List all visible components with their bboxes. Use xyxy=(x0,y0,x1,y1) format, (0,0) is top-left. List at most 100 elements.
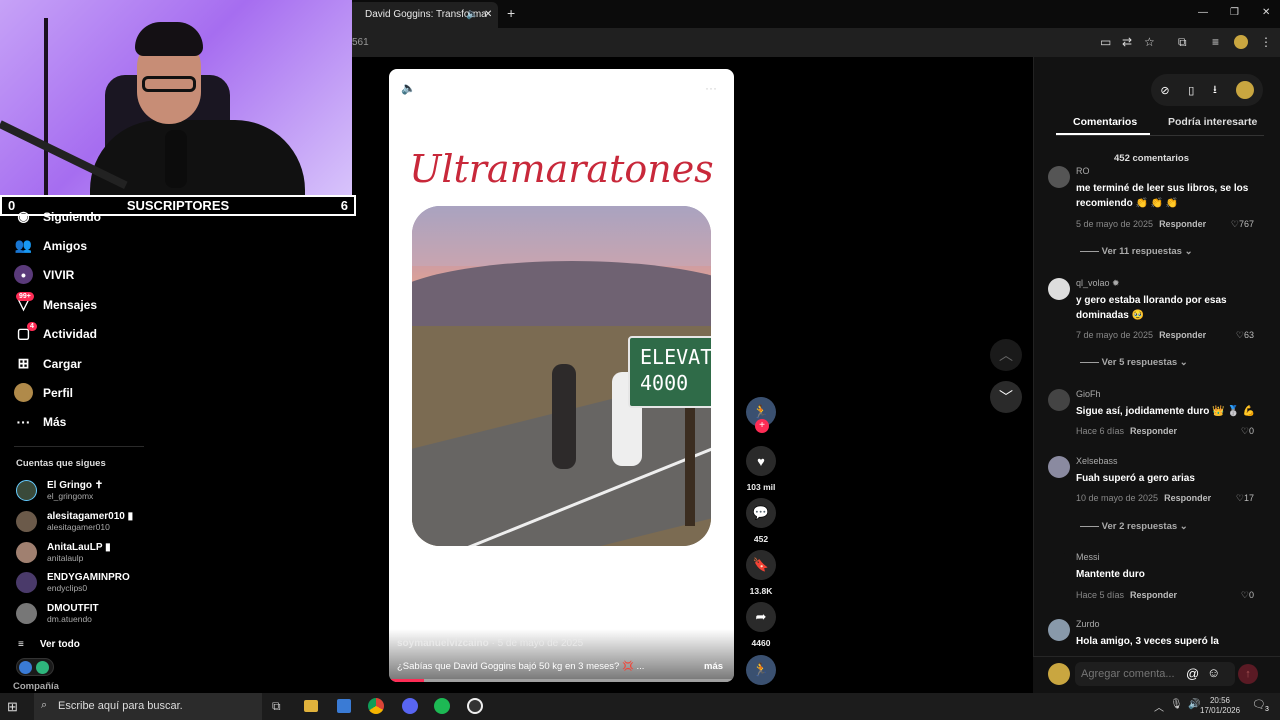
file-explorer-icon[interactable] xyxy=(304,700,318,712)
reading-list-icon[interactable]: ≡ xyxy=(1212,36,1219,48)
previous-video-button[interactable]: ︿ xyxy=(990,339,1022,371)
avatar[interactable] xyxy=(1048,619,1070,641)
comment-like[interactable]: ♡17 xyxy=(1236,493,1254,504)
comment-text: Sigue así, jodidamente duro 👑 🥈 💪 xyxy=(1076,406,1256,417)
new-tab-button[interactable]: + xyxy=(507,5,515,21)
volume-icon[interactable]: 🔈 xyxy=(401,81,416,95)
progress-track[interactable] xyxy=(389,679,734,682)
discord-icon[interactable] xyxy=(402,698,418,714)
close-window-button[interactable]: ✕ xyxy=(1262,8,1270,18)
store-icon[interactable] xyxy=(337,699,351,713)
comment-username[interactable]: GioFh xyxy=(1076,389,1101,399)
sidebar-item-more[interactable]: ··· Más xyxy=(14,412,67,431)
my-avatar xyxy=(1048,663,1070,685)
sidebar-item-activity[interactable]: ▢ Actividad 4 xyxy=(14,322,97,343)
comment-username[interactable]: ql_volao ✹ xyxy=(1076,278,1120,289)
share-button[interactable]: ➦ 4460 xyxy=(746,602,776,648)
video-author-line[interactable]: soymanuelvizcaino · 5 de mayo de 2025 xyxy=(397,638,583,649)
music-disc[interactable]: 🏃 xyxy=(746,655,776,685)
following-account[interactable]: alesitagamer010 ▮ alesitagamer010 xyxy=(16,511,133,532)
person-hair xyxy=(135,22,203,56)
comment-button[interactable]: 💬 452 xyxy=(746,498,776,544)
minimize-button[interactable]: — xyxy=(1198,8,1208,18)
like-button[interactable]: ♥ 103 mil xyxy=(746,446,776,492)
bookmark-star-icon[interactable]: ☆ xyxy=(1144,36,1155,48)
emoji-icon[interactable]: ☺ xyxy=(1207,665,1220,680)
tray-chevron-icon[interactable]: ︿ xyxy=(1154,699,1164,714)
task-view-icon[interactable]: ⧉ xyxy=(272,699,281,714)
runner-one xyxy=(552,364,576,469)
address-bar[interactable]: 561 ▭ ⇄ ☆ ⧉ ≡ ⋮ xyxy=(352,28,1280,57)
clock[interactable]: 20:56 17/01/2026 xyxy=(1200,696,1240,716)
author-avatar-action[interactable]: 🏃 + xyxy=(746,397,776,433)
mic-tray-icon[interactable]: 🎙 xyxy=(1170,699,1183,710)
reply-button[interactable]: Responder xyxy=(1159,219,1206,229)
view-replies-button[interactable]: —— Ver 11 respuestas ⌄ xyxy=(1080,246,1193,257)
following-account[interactable]: DMOUTFIT dm.atuendo xyxy=(16,603,99,624)
browser-tab[interactable]: David Goggins: Transforma 🔈 ✕ xyxy=(348,2,498,28)
speaker-icon[interactable]: 🔈 xyxy=(466,9,478,20)
sidebar-item-profile[interactable]: Perfil xyxy=(14,383,73,402)
view-replies-button[interactable]: —— Ver 5 respuestas ⌄ xyxy=(1080,357,1188,368)
close-tab-icon[interactable]: ✕ xyxy=(484,9,492,20)
comment-username[interactable]: Zurdo xyxy=(1076,619,1100,629)
comment-like[interactable]: ♡0 xyxy=(1241,426,1254,437)
video-author[interactable]: soymanuelvizcaino xyxy=(397,638,489,649)
reply-button[interactable]: Responder xyxy=(1130,590,1177,600)
chrome-icon[interactable] xyxy=(368,698,384,714)
sidebar-item-friends[interactable]: 👥 Amigos xyxy=(14,236,87,255)
avatar[interactable] xyxy=(1048,389,1070,411)
mention-icon[interactable]: @ xyxy=(1186,666,1199,681)
following-account[interactable]: AnitaLauLP ▮ anitalaulp xyxy=(16,542,111,563)
translate-icon[interactable]: ⇄ xyxy=(1122,36,1132,48)
app-toggle[interactable] xyxy=(16,658,54,676)
sidebar-item-upload[interactable]: ⊞ Cargar xyxy=(14,354,82,373)
start-icon[interactable]: ⊞ xyxy=(7,699,18,715)
phone-icon[interactable]: ▯ xyxy=(1188,84,1194,97)
volume-tray-icon[interactable]: 🔊 xyxy=(1188,699,1200,710)
profile-avatar-icon[interactable] xyxy=(1234,35,1248,49)
comment-username[interactable]: RO xyxy=(1076,166,1090,176)
following-account[interactable]: El Gringo ✝ el_gringomx xyxy=(16,480,103,501)
video-more-icon[interactable]: ··· xyxy=(705,81,717,95)
cast-icon[interactable]: ▭ xyxy=(1100,36,1111,48)
user-avatar[interactable] xyxy=(1235,81,1254,99)
share-count: 4460 xyxy=(751,638,771,648)
download-icon[interactable]: ⭳ xyxy=(1213,81,1217,100)
see-all-link[interactable]: ≡ Ver todo xyxy=(18,639,80,650)
video-more-link[interactable]: más xyxy=(704,661,723,672)
restore-button[interactable]: ❐ xyxy=(1230,8,1239,18)
avatar[interactable] xyxy=(1048,456,1070,478)
sidebar-item-messages[interactable]: ▽ Mensajes 99+ xyxy=(14,292,97,314)
obs-icon[interactable] xyxy=(467,698,483,714)
send-icon[interactable]: ↑ xyxy=(1238,664,1258,684)
sidebar-item-following[interactable]: ◉ Siguiendo xyxy=(14,207,101,226)
video-player[interactable]: 🔈 ··· Ultramaratones ELEVAT 4000 soymanue… xyxy=(389,69,734,682)
sidebar-item-live[interactable]: • VIVIR xyxy=(14,265,74,284)
avatar[interactable] xyxy=(1048,552,1070,574)
reply-button[interactable]: Responder xyxy=(1130,426,1177,436)
tab-comments[interactable]: Comentarios xyxy=(1073,116,1137,128)
view-replies-button[interactable]: —— Ver 2 respuestas ⌄ xyxy=(1080,521,1188,532)
follow-plus-icon[interactable]: + xyxy=(755,419,769,433)
comment-username[interactable]: Messi xyxy=(1076,552,1100,562)
extensions-icon[interactable]: ⧉ xyxy=(1178,36,1187,48)
comment-like[interactable]: ♡767 xyxy=(1231,219,1254,230)
compass-icon[interactable]: ⊘ xyxy=(1160,84,1169,97)
avatar[interactable] xyxy=(1048,166,1070,188)
comment-like[interactable]: ♡63 xyxy=(1236,330,1254,341)
browser-menu-icon[interactable]: ⋮ xyxy=(1260,36,1272,48)
notification-icon[interactable]: 🗨 xyxy=(1252,698,1266,711)
reply-button[interactable]: Responder xyxy=(1159,330,1206,340)
avatar[interactable] xyxy=(1048,278,1070,300)
next-video-button[interactable]: ﹀ xyxy=(990,381,1022,413)
spotify-icon[interactable] xyxy=(434,698,450,714)
taskbar-search[interactable]: ⌕ Escribe aquí para buscar. xyxy=(34,693,262,720)
following-account[interactable]: ENDYGAMINPRO endyclips0 xyxy=(16,572,130,593)
comment-username[interactable]: Xelsebass xyxy=(1076,456,1118,466)
reply-button[interactable]: Responder xyxy=(1164,493,1211,503)
tab-related[interactable]: Podría interesarte xyxy=(1168,116,1257,128)
save-button[interactable]: 🔖 13.8K xyxy=(746,550,776,596)
company-link[interactable]: Compañía xyxy=(13,681,59,692)
comment-like[interactable]: ♡0 xyxy=(1241,590,1254,601)
